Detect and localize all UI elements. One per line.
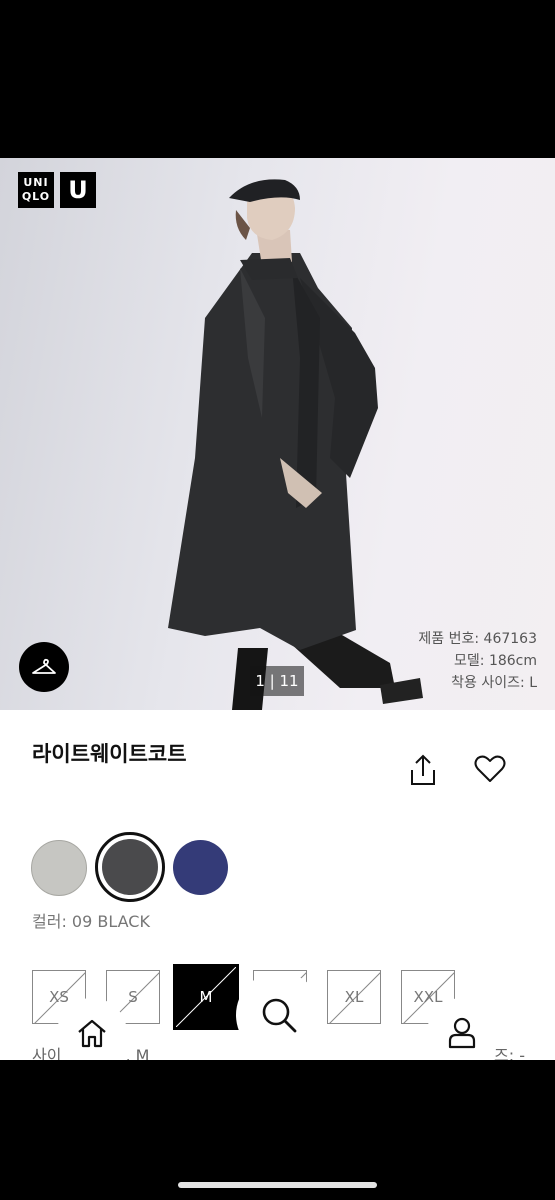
- u-logo: U: [60, 172, 96, 208]
- model-size: 착용 사이즈: L: [451, 675, 537, 691]
- model-height: 모델: 186cm: [454, 653, 537, 669]
- size-label-prefix: 사이: [32, 1046, 62, 1060]
- size-label-s: S: [128, 988, 138, 1006]
- search-icon: [262, 998, 297, 1033]
- size-label-xxl: XXL: [413, 988, 443, 1006]
- system-nav-area: [0, 1060, 555, 1200]
- wishlist-button[interactable]: [474, 754, 506, 784]
- account-button[interactable]: [427, 998, 497, 1068]
- model-info: 제품 번호: 467163 모델: 186cm 착용 사이즈: L: [418, 628, 537, 694]
- status-bar-area: [0, 0, 555, 158]
- color-label: 컬러: 09 BLACK: [32, 912, 150, 931]
- fitting-button[interactable]: [19, 642, 69, 692]
- size-label-xs: XS: [49, 988, 69, 1006]
- size-option-xl[interactable]: XL: [327, 970, 381, 1024]
- color-swatch-gray[interactable]: [31, 840, 87, 896]
- home-indicator[interactable]: [178, 1182, 377, 1188]
- color-swatch-navy[interactable]: [173, 840, 228, 895]
- size-option-m[interactable]: M: [173, 964, 239, 1030]
- product-image[interactable]: UNI QLO U 1 | 11 제품 번호: 467163 모델: 186cm…: [0, 158, 555, 710]
- share-icon: [411, 754, 435, 785]
- size-label-m: M: [199, 988, 213, 1006]
- logo-top-text: UNI: [23, 176, 49, 189]
- logo-bottom-text: QLO: [21, 190, 51, 203]
- hanger-icon: [32, 658, 56, 674]
- size-guide-text: 즈: -: [494, 1046, 525, 1060]
- color-swatch-black[interactable]: [95, 832, 165, 902]
- size-label-xl: XL: [344, 988, 364, 1006]
- user-icon: [448, 1017, 476, 1049]
- home-icon: [78, 1019, 106, 1048]
- size-label-value: , M: [125, 1046, 150, 1060]
- image-pager: 1 | 11: [250, 666, 304, 696]
- share-button[interactable]: [407, 752, 439, 788]
- brand-logo: UNI QLO U: [18, 172, 96, 208]
- product-number: 제품 번호: 467163: [418, 631, 537, 647]
- search-button[interactable]: [236, 972, 322, 1058]
- uniqlo-logo: UNI QLO: [18, 172, 54, 208]
- heart-icon: [474, 755, 506, 782]
- product-title: 라이트웨이트코트: [32, 742, 187, 766]
- color-swatch-black-fill: [102, 839, 158, 895]
- home-button[interactable]: [57, 998, 127, 1068]
